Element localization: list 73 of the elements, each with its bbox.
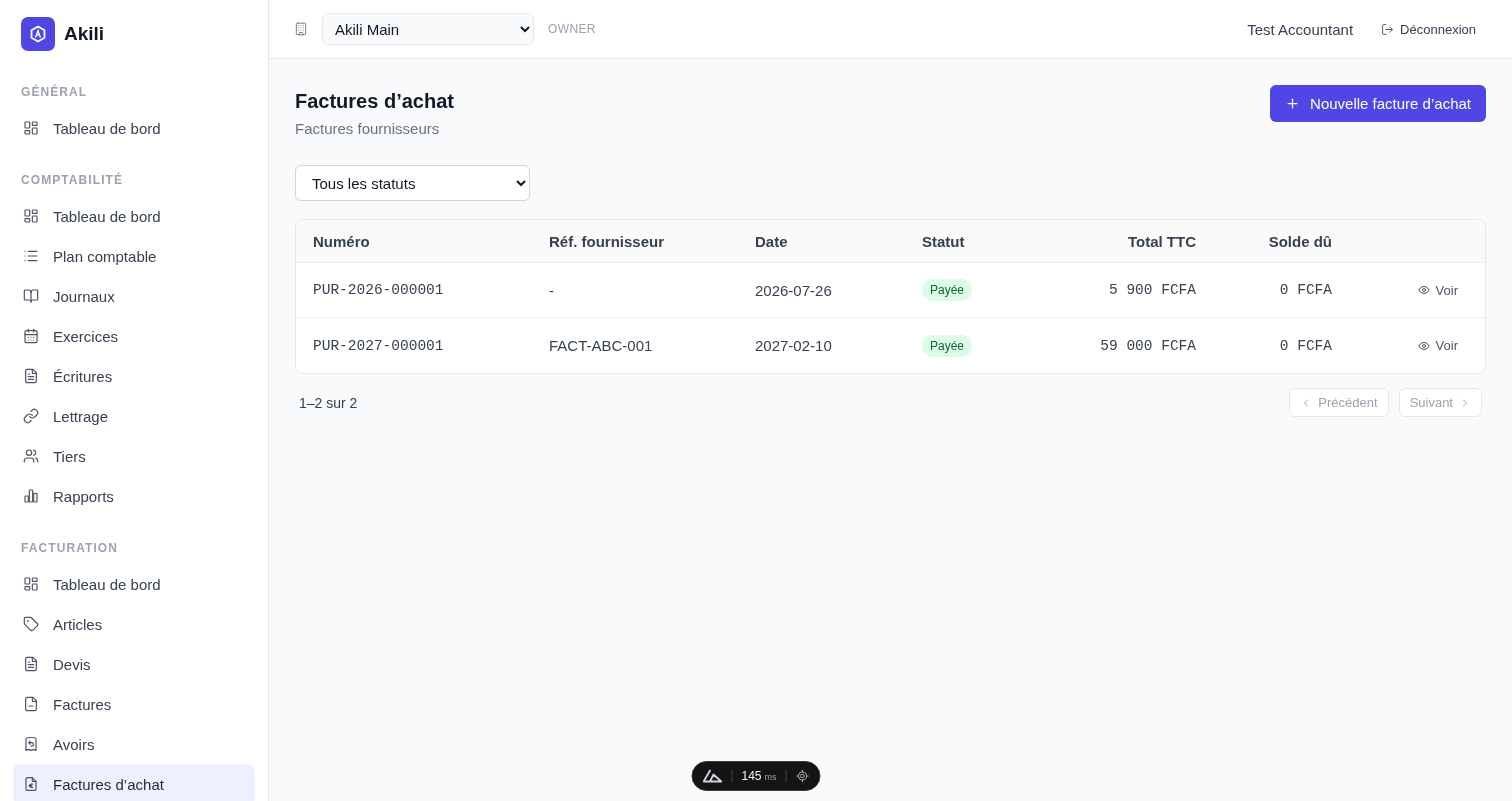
table-cell-text: 0 FCFA bbox=[1278, 337, 1332, 354]
dashboard-icon bbox=[23, 208, 39, 224]
target-icon[interactable] bbox=[795, 769, 810, 783]
column-header: Statut bbox=[922, 232, 966, 250]
book-icon bbox=[23, 288, 39, 304]
status-badge: Payée bbox=[922, 334, 973, 357]
table-cell-text: - bbox=[549, 281, 555, 299]
table-cell-text: 2027-02-10 bbox=[755, 337, 833, 354]
document-icon bbox=[23, 696, 39, 712]
table-cell-text: 0 FCFA bbox=[1278, 282, 1332, 298]
table-cell-text: FACT-ABC-001 bbox=[549, 337, 654, 354]
calendar-icon bbox=[23, 328, 39, 344]
pagination-summary: 1–2 sur 2 bbox=[299, 394, 358, 411]
table-cell-text: 2026-07-26 bbox=[755, 281, 833, 299]
receipt-return-icon bbox=[23, 736, 39, 752]
bar-chart-icon bbox=[23, 488, 39, 504]
sidebar-item[interactable]: Rapports bbox=[13, 476, 255, 516]
sidebar-item[interactable]: Factures bbox=[13, 684, 255, 724]
building-icon bbox=[294, 22, 308, 36]
table-cell-text: PUR-2027-000001 bbox=[313, 337, 445, 354]
plus-icon bbox=[1285, 96, 1301, 111]
eye-icon bbox=[1417, 284, 1430, 296]
status-badge: Payée bbox=[922, 279, 973, 301]
sidebar-item[interactable]: Tableau de bord bbox=[13, 108, 255, 148]
page-title: Factures d’achat bbox=[295, 89, 454, 114]
logout-icon bbox=[1381, 22, 1395, 36]
column-header: Date bbox=[755, 232, 789, 250]
table-cell-text: PUR-2026-000001 bbox=[313, 282, 445, 298]
sidebar-item[interactable]: Tableau de bord bbox=[13, 564, 255, 604]
list-icon bbox=[23, 248, 39, 264]
table-cell-text: 5 900 FCFA bbox=[1108, 282, 1196, 298]
new-invoice-button[interactable]: Nouvelle facture d’achat bbox=[1270, 85, 1486, 122]
view-button[interactable]: Voir bbox=[1407, 278, 1468, 302]
role-label: OWNER bbox=[548, 22, 596, 36]
table-cell-text: 59 000 FCFA bbox=[1099, 337, 1196, 354]
hexagon-logo-icon bbox=[21, 17, 55, 51]
sidebar-item[interactable]: Factures d’achat bbox=[13, 764, 255, 801]
render-time: 145 ms bbox=[741, 769, 777, 783]
column-header: Total TTC bbox=[1126, 232, 1196, 250]
sidebar-item[interactable]: Tiers bbox=[13, 436, 255, 476]
logout-button[interactable]: Déconnexion bbox=[1371, 15, 1486, 43]
column-header: Numéro bbox=[313, 232, 371, 250]
dashboard-icon bbox=[23, 576, 39, 592]
sidebar-item[interactable]: Devis bbox=[13, 644, 255, 684]
column-header: Solde dû bbox=[1267, 232, 1332, 250]
sidebar-item[interactable]: Exercices bbox=[13, 316, 255, 356]
mountain-logo-icon bbox=[702, 769, 723, 783]
euro-document-icon bbox=[23, 776, 39, 792]
page-subtitle: Factures fournisseurs bbox=[295, 119, 441, 139]
column-header: Réf. fournisseur bbox=[549, 232, 666, 250]
sidebar-item[interactable]: Articles bbox=[13, 604, 255, 644]
link-icon bbox=[23, 408, 39, 424]
eye-icon bbox=[1417, 339, 1430, 352]
view-button[interactable]: Voir bbox=[1407, 334, 1468, 357]
brand-name: Akili bbox=[64, 23, 105, 45]
devtools-pill[interactable]: 145 ms bbox=[691, 761, 821, 791]
section-label: GÉNÉRAL bbox=[20, 84, 89, 100]
sidebar-item[interactable]: Avoirs bbox=[13, 724, 255, 764]
sidebar-item[interactable]: Écritures bbox=[13, 356, 255, 396]
sidebar-item[interactable]: Journaux bbox=[13, 276, 255, 316]
document-icon bbox=[23, 656, 39, 672]
users-icon bbox=[23, 448, 39, 464]
sidebar-item[interactable]: Plan comptable bbox=[13, 236, 255, 276]
section-label: FACTURATION bbox=[20, 540, 119, 556]
sidebar-item[interactable]: Lettrage bbox=[13, 396, 255, 436]
tag-icon bbox=[23, 616, 39, 632]
organization-select[interactable]: Akili Main bbox=[322, 13, 534, 45]
sidebar-item[interactable]: Tableau de bord bbox=[13, 196, 255, 236]
dashboard-icon bbox=[23, 120, 39, 136]
document-icon bbox=[23, 368, 39, 384]
user-name: Test Accountant bbox=[1247, 20, 1354, 38]
status-filter-select[interactable]: Tous les statuts bbox=[295, 165, 530, 201]
section-label: COMPTABILITÉ bbox=[20, 172, 125, 188]
